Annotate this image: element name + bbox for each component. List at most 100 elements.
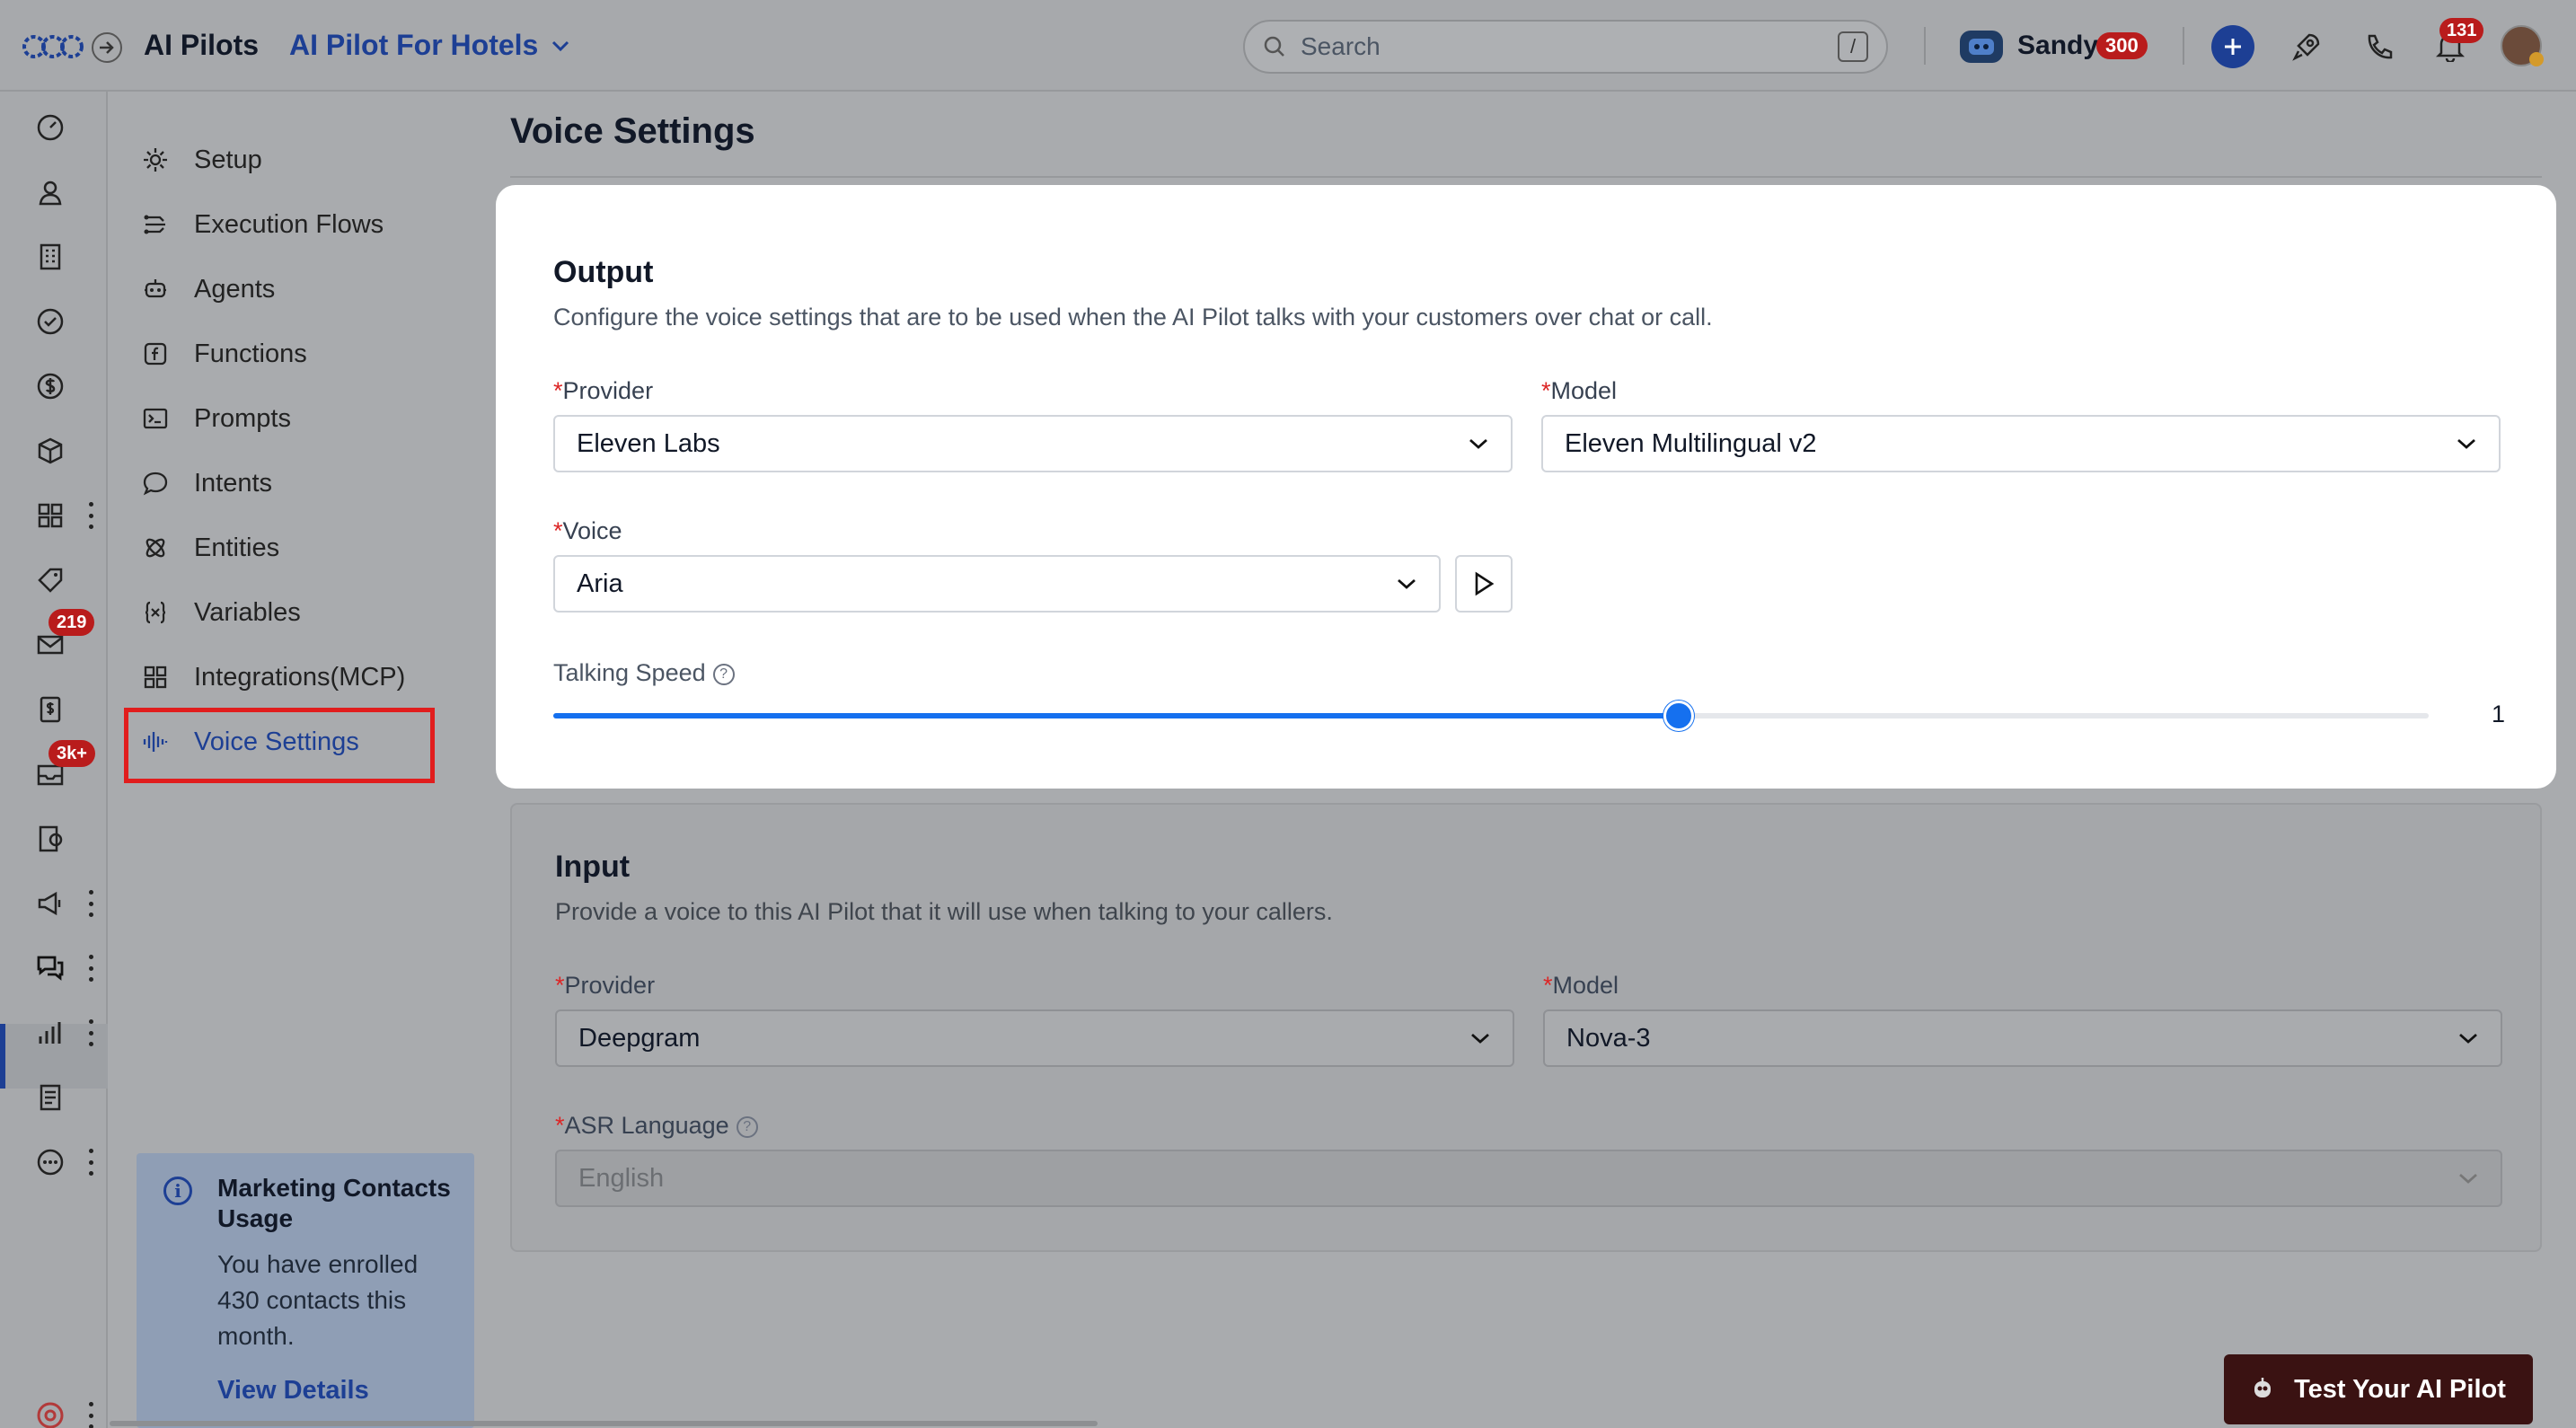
rail-more-options[interactable]: [86, 1149, 95, 1176]
chevron-down-icon: [552, 40, 569, 51]
user-icon: [39, 181, 62, 206]
asr-language-label: *ASR Language?: [555, 1112, 758, 1140]
subnav-label: Variables: [194, 597, 301, 627]
search-input[interactable]: Search: [1301, 32, 1838, 61]
more-circle-icon: [37, 1149, 64, 1176]
subnav-item-prompts[interactable]: Prompts: [140, 392, 291, 445]
rail-reports[interactable]: [32, 1015, 68, 1051]
input-model-select[interactable]: Nova-3: [1543, 1009, 2502, 1067]
select-value: English: [578, 1163, 665, 1193]
terminal-icon: [143, 408, 168, 429]
form-icon: [39, 825, 63, 852]
help-icon[interactable]: ?: [736, 1115, 758, 1138]
talking-speed-slider[interactable]: [553, 701, 2429, 731]
rail-knowledge[interactable]: [32, 1080, 68, 1115]
collapse-sidebar-button[interactable]: [92, 32, 122, 63]
page-title: Voice Settings: [510, 111, 755, 151]
rail-invoices[interactable]: [32, 692, 68, 727]
subnav-label: Prompts: [194, 403, 291, 433]
gear-icon: [144, 148, 167, 172]
plus-icon: [2225, 39, 2241, 55]
play-icon: [1475, 571, 1495, 596]
add-button[interactable]: [2211, 25, 2254, 68]
play-voice-button[interactable]: [1455, 555, 1513, 613]
rail-marketing-more[interactable]: [86, 890, 95, 917]
rail-conversations-more[interactable]: [86, 955, 95, 982]
rail-dashboard[interactable]: [32, 110, 68, 145]
input-model-label: *Model: [1543, 972, 1619, 999]
tag-icon: [38, 568, 63, 593]
select-value: Aria: [577, 569, 623, 598]
rail-tickets[interactable]: [32, 562, 68, 598]
rail-products[interactable]: [32, 433, 68, 469]
rail-conversations[interactable]: [32, 950, 68, 986]
bar-chart-icon: [39, 1022, 61, 1044]
rail-tasks[interactable]: [32, 304, 68, 339]
rail-help-more[interactable]: [86, 1402, 95, 1428]
subnav-item-variables[interactable]: Variables: [140, 586, 301, 639]
subnav-item-intents[interactable]: Intents: [140, 456, 272, 510]
output-model-select[interactable]: Eleven Multilingual v2: [1541, 415, 2501, 472]
output-model-label: *Model: [1541, 377, 1618, 404]
variable-icon: [145, 601, 166, 624]
view-details-link[interactable]: View Details: [217, 1376, 453, 1406]
test-button-label: Test Your AI Pilot: [2294, 1374, 2506, 1404]
status-dot: [2529, 52, 2544, 66]
voice-settings-highlight: [124, 708, 435, 783]
subnav-item-functions[interactable]: Functions: [140, 327, 307, 381]
subnav-item-execution-flows[interactable]: Execution Flows: [140, 198, 384, 251]
subnav-label: Integrations(MCP): [194, 662, 406, 692]
invoice-icon: [40, 696, 61, 723]
horizontal-scrollbar[interactable]: [110, 1421, 1098, 1426]
help-icon[interactable]: ?: [712, 663, 735, 685]
building-icon: [40, 243, 61, 270]
usage-title: Marketing Contacts Usage: [217, 1174, 451, 1232]
divider: [1924, 27, 1926, 65]
left-rail: 219 3k+: [0, 92, 108, 1428]
rail-apps-more[interactable]: [86, 502, 95, 529]
bot-icon: [2254, 1378, 2272, 1397]
user-name[interactable]: Sandy: [2017, 31, 2098, 61]
input-provider-select[interactable]: Deepgram: [555, 1009, 1514, 1067]
subnav-label: Agents: [194, 274, 276, 304]
rail-apps[interactable]: [32, 498, 68, 533]
output-provider-select[interactable]: Eleven Labs: [553, 415, 1513, 472]
top-bar: AI Pilots AI Pilot For Hotels Search / S…: [0, 0, 2576, 92]
robot-icon: [145, 279, 166, 298]
search-box[interactable]: Search /: [1243, 20, 1888, 74]
chat-icon: [143, 472, 168, 496]
usage-text: You have enrolled 430 contacts this mont…: [217, 1250, 419, 1350]
chat-bubbles-icon: [37, 956, 64, 981]
voice-select[interactable]: Aria: [553, 555, 1441, 613]
rail-forms[interactable]: [32, 821, 68, 857]
rail-reports-more[interactable]: [86, 1019, 95, 1046]
mail-count-badge: 219: [49, 609, 95, 636]
user-bot-avatar[interactable]: [1960, 31, 2003, 63]
input-title: Input: [555, 850, 631, 884]
app-logo-icon[interactable]: [22, 27, 84, 66]
rail-help[interactable]: [32, 1397, 68, 1428]
subnav-item-setup[interactable]: Setup: [140, 133, 262, 187]
input-provider-label: *Provider: [555, 972, 656, 999]
pilot-name: AI Pilot For Hotels: [289, 29, 539, 61]
app-title: AI Pilots: [144, 29, 260, 61]
subnav-item-agents[interactable]: Agents: [140, 262, 275, 316]
subnav-item-integrations[interactable]: Integrations(MCP): [140, 650, 405, 704]
phone-button[interactable]: [2357, 25, 2400, 68]
rail-deals[interactable]: [32, 368, 68, 404]
pilot-selector[interactable]: AI Pilot For Hotels: [289, 29, 570, 62]
flow-icon: [144, 215, 165, 234]
arrow-right-icon: [100, 41, 114, 54]
output-title: Output: [553, 255, 654, 289]
rail-marketing[interactable]: [32, 886, 68, 921]
rail-contacts[interactable]: [32, 174, 68, 210]
usage-card: i Marketing Contacts Usage You have enro…: [137, 1153, 474, 1428]
inbox-count-badge: 3k+: [49, 740, 95, 767]
subnav-item-entities[interactable]: Entities: [140, 521, 279, 575]
test-ai-pilot-button[interactable]: Test Your AI Pilot: [2224, 1354, 2533, 1424]
slider-thumb[interactable]: [1663, 701, 1694, 731]
launch-button[interactable]: [2285, 25, 2328, 68]
check-circle-icon: [37, 308, 64, 335]
rail-more[interactable]: [32, 1144, 68, 1180]
rail-companies[interactable]: [32, 239, 68, 275]
